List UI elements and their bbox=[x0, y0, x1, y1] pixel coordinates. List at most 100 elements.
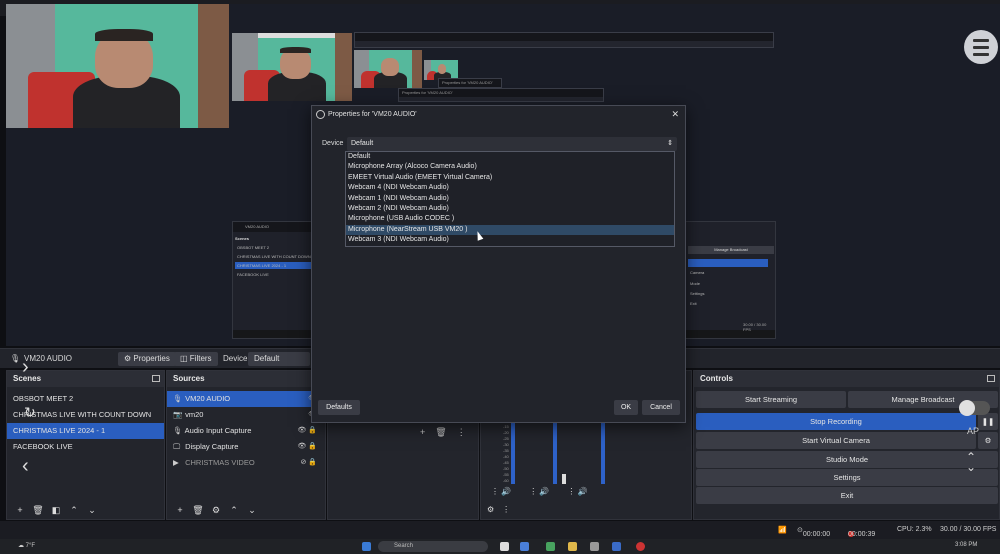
device-label: Device bbox=[223, 354, 248, 363]
chevron-up-down-icon[interactable]: ⌃ ⌄ bbox=[966, 451, 976, 473]
nested-window-2: Properties for 'VM20 AUDIO' bbox=[398, 88, 604, 102]
filters-button[interactable]: ◫ Filters bbox=[174, 352, 218, 366]
device-option[interactable]: Microphone (USB Audio CODEC ) bbox=[346, 214, 674, 224]
device-option[interactable]: Webcam 2 (NDI Webcam Audio) bbox=[346, 204, 674, 214]
eye-icon[interactable]: 👁 🔒 bbox=[297, 439, 317, 455]
more-icon[interactable]: ⋮ 🔊 bbox=[491, 487, 511, 496]
refresh-icon[interactable]: ↻ bbox=[24, 404, 36, 421]
source-item[interactable]: 🎙 Audio Input Capture 👁 🔒 bbox=[167, 423, 325, 439]
more-icon[interactable]: ⋮ 🔊 bbox=[567, 487, 587, 496]
chrome-icon[interactable] bbox=[546, 542, 555, 551]
more-icon[interactable]: ⋮ 🔊 bbox=[529, 487, 549, 496]
clock: 3:08 PM bbox=[955, 542, 978, 548]
chevron-right-icon[interactable]: › bbox=[22, 356, 29, 379]
ok-button[interactable]: OK bbox=[614, 400, 638, 415]
cpu-usage: CPU: 2.3% bbox=[897, 526, 932, 533]
stop-recording-button[interactable]: Stop Recording bbox=[696, 413, 976, 430]
obs-logo-icon bbox=[316, 110, 325, 119]
controls-header: Controls bbox=[694, 371, 999, 387]
popout-icon[interactable] bbox=[987, 375, 995, 382]
folder-icon[interactable] bbox=[568, 542, 577, 551]
nested-window-3: Properties for 'VM20 AUDIO' bbox=[438, 78, 502, 88]
device-select[interactable]: Default ⇕ bbox=[347, 137, 677, 151]
source-item-selected[interactable]: 🎙 VM20 AUDIO👁 bbox=[167, 391, 325, 407]
chevron-left-icon[interactable]: ‹ bbox=[22, 455, 29, 478]
settings-button[interactable]: Settings bbox=[696, 469, 998, 486]
advanced-audio-icon[interactable]: ⚙ bbox=[487, 505, 494, 514]
trash-icon[interactable]: 🗑 bbox=[31, 505, 45, 516]
popout-icon[interactable] bbox=[152, 375, 160, 382]
weather-widget[interactable]: ☁ 7°F bbox=[18, 542, 35, 549]
sources-toolbar: + 🗑 ⚙ ⌃ ⌄ bbox=[167, 501, 325, 519]
windows-taskbar: ☁ 7°F Search 3:08 PM bbox=[0, 539, 1000, 554]
network-icon: 📶 bbox=[778, 527, 787, 534]
task-view-icon[interactable] bbox=[500, 542, 509, 551]
monitor-icon: 🖵 bbox=[173, 442, 181, 451]
camera-icon: 📷 bbox=[173, 410, 183, 419]
source-item[interactable]: ▶ CHRISTMAS VIDEO ⊘ 🔒 bbox=[167, 455, 325, 471]
overlay-toggle[interactable] bbox=[959, 400, 990, 416]
nested-window-1 bbox=[354, 32, 774, 48]
add-icon[interactable]: + bbox=[173, 505, 187, 515]
device-option[interactable]: Webcam 3 (NDI Webcam Audio) bbox=[346, 235, 674, 245]
taskbar-search[interactable]: Search bbox=[378, 541, 488, 552]
add-icon[interactable]: + bbox=[13, 505, 27, 515]
studio-mode-button[interactable]: Studio Mode bbox=[696, 451, 998, 468]
start-icon[interactable] bbox=[362, 542, 371, 551]
sources-dock: Sources 🎙 VM20 AUDIO👁 📷 vm20👁 🎙 Audio In… bbox=[166, 370, 326, 520]
scenes-header: Scenes bbox=[7, 371, 164, 387]
move-down-icon[interactable]: ⌄ bbox=[245, 505, 259, 516]
volume-slider[interactable] bbox=[562, 474, 566, 484]
device-option[interactable]: Microphone (NearStream USB VM20 ) bbox=[346, 224, 674, 236]
trash-icon[interactable]: 🗑 bbox=[435, 427, 446, 438]
sources-header: Sources bbox=[167, 371, 325, 387]
webcam-frame-large bbox=[6, 4, 229, 128]
cancel-button[interactable]: Cancel bbox=[642, 400, 680, 415]
more-icon[interactable]: ⋮ bbox=[457, 427, 466, 438]
more-icon[interactable]: ⋮ bbox=[502, 505, 510, 514]
move-up-icon[interactable]: ⌃ bbox=[67, 505, 81, 516]
move-down-icon[interactable]: ⌄ bbox=[85, 505, 99, 516]
teams-icon[interactable] bbox=[520, 542, 529, 551]
device-option[interactable]: Microphone Array (Alcoco Camera Audio) bbox=[346, 162, 674, 172]
eye-hidden-icon[interactable]: ⊘ 🔒 bbox=[300, 455, 317, 471]
filter-icon[interactable]: ◧ bbox=[49, 505, 63, 516]
app-icon[interactable] bbox=[612, 542, 621, 551]
menu-icon[interactable] bbox=[964, 30, 998, 64]
device-dropdown-list: Default Microphone Array (Alcoco Camera A… bbox=[345, 151, 675, 247]
scene-item-selected[interactable]: CHRISTMAS LIVE 2024 - 1 bbox=[7, 423, 164, 439]
source-item[interactable]: 🖵 Display Capture 👁 🔒 bbox=[167, 439, 325, 455]
app-icon[interactable] bbox=[590, 542, 599, 551]
mic-icon: 🎙 bbox=[173, 426, 183, 435]
move-up-icon[interactable]: ⌃ bbox=[227, 505, 241, 516]
device-option[interactable]: EMEET Virtual Audio (EMEET Virtual Camer… bbox=[346, 173, 674, 183]
db-label: -60 bbox=[503, 478, 509, 483]
start-streaming-button[interactable]: Start Streaming bbox=[696, 391, 846, 408]
close-icon[interactable]: ✕ bbox=[671, 106, 679, 123]
pause-recording-button[interactable]: ❚❚ bbox=[978, 413, 998, 430]
mic-icon: 🎙 bbox=[10, 354, 21, 363]
trash-icon[interactable]: 🗑 bbox=[191, 505, 205, 516]
device-option[interactable]: Webcam 4 (NDI Webcam Audio) bbox=[346, 183, 674, 193]
device-option[interactable]: Webcam 1 (NDI Webcam Audio) bbox=[346, 194, 674, 204]
scenes-dock: Scenes OBSBOT MEET 2 CHRISTMAS LIVE WITH… bbox=[6, 370, 165, 520]
obs-window: — ▢ ✕ Properties for 'VM20 AUDIO' Proper… bbox=[0, 0, 1000, 554]
properties-button[interactable]: ⚙ Properties bbox=[118, 352, 176, 366]
scene-item[interactable]: FACEBOOK LIVE bbox=[7, 439, 164, 455]
source-item[interactable]: 📷 vm20👁 bbox=[167, 407, 325, 423]
exit-button[interactable]: Exit bbox=[696, 487, 998, 504]
start-virtual-camera-button[interactable]: Start Virtual Camera bbox=[696, 432, 976, 449]
device-option[interactable]: Default bbox=[346, 152, 674, 162]
gear-icon[interactable]: ⚙ bbox=[209, 505, 223, 516]
obs-icon[interactable] bbox=[636, 542, 645, 551]
source-toolbar-name: VM20 AUDIO bbox=[24, 354, 73, 363]
add-icon[interactable]: + bbox=[420, 427, 425, 438]
device-select[interactable]: Default bbox=[248, 352, 310, 366]
mic-icon: 🎙 bbox=[173, 394, 183, 403]
fps-readout: 30.00 / 30.00 FPS bbox=[940, 526, 997, 533]
virtual-camera-settings-icon[interactable]: ⚙ bbox=[978, 432, 998, 449]
eye-icon[interactable]: 👁 🔒 bbox=[297, 423, 317, 439]
chevron-up-down-icon: ⇕ bbox=[667, 140, 673, 147]
webcam-frame-small bbox=[354, 50, 422, 88]
defaults-button[interactable]: Defaults bbox=[318, 400, 360, 415]
